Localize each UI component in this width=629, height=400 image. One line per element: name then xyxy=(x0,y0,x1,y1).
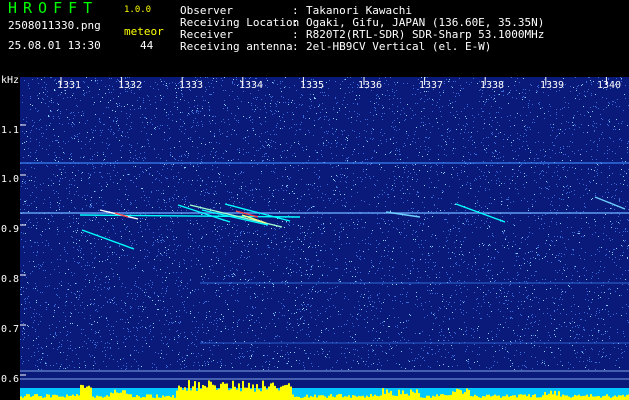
x-tick-label: 1340 xyxy=(597,80,622,91)
x-tick-label: 1339 xyxy=(540,80,565,91)
info-label-antenna: Receiving antenna xyxy=(180,40,293,53)
info-colon: : xyxy=(292,40,299,53)
frequency-unit-label: kHz xyxy=(1,75,20,86)
x-tick-label: 1336 xyxy=(358,80,383,91)
y-tick-label: 1.0 xyxy=(1,174,20,185)
capture-filename: 2508011330.png xyxy=(8,19,101,32)
meteor-trace xyxy=(594,196,626,210)
x-tick-label: 1332 xyxy=(118,80,143,91)
x-tick-label: 1334 xyxy=(239,80,264,91)
capture-datetime: 25.08.01 13:30 xyxy=(8,39,101,52)
info-value-antenna: 2el-HB9CV Vertical (el. E-W) xyxy=(306,40,492,53)
y-tick-label: 0.9 xyxy=(1,224,20,235)
spectrogram-canvas xyxy=(20,77,629,400)
meteor-label: meteor xyxy=(124,25,164,38)
x-tick-label: 1338 xyxy=(480,80,505,91)
x-tick-label: 1333 xyxy=(179,80,204,91)
spectrogram-noise xyxy=(20,77,629,370)
x-tick-label: 1331 xyxy=(57,80,82,91)
app-version: 1.0.0 xyxy=(124,5,152,15)
x-tick-label: 1337 xyxy=(419,80,444,91)
spectrogram-plot xyxy=(20,77,629,400)
header-panel: HROFFT 1.0.0 2508011330.png meteor 25.08… xyxy=(0,0,629,74)
y-tick-label: 0.6 xyxy=(1,374,20,385)
app-title: HROFFT xyxy=(8,0,99,17)
y-tick-label: 0.8 xyxy=(1,274,20,285)
meteor-count: 44 xyxy=(140,39,154,52)
y-tick-label: 1.1 xyxy=(1,125,20,136)
x-tick-label: 1335 xyxy=(300,80,325,91)
y-tick-label: 0.7 xyxy=(1,324,20,335)
